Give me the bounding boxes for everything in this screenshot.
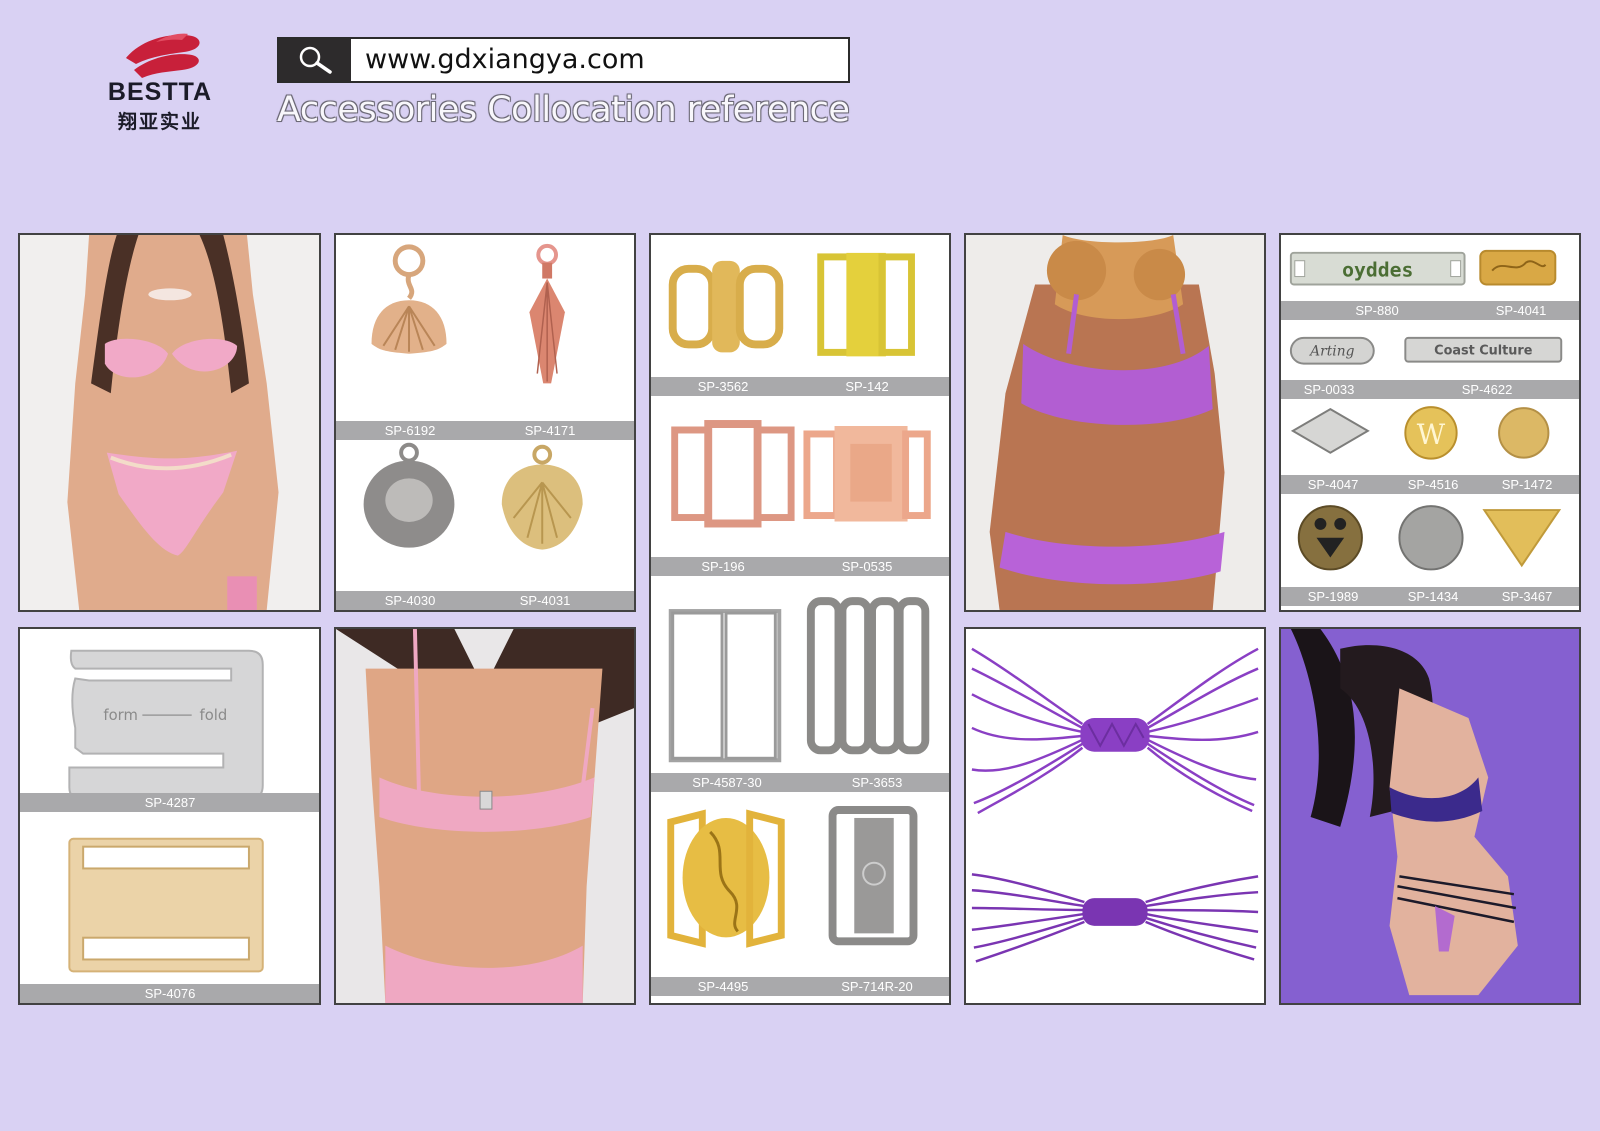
- product-code: SP-0535: [841, 559, 893, 574]
- product-code: SP-714R-20: [841, 979, 913, 994]
- search-button[interactable]: [279, 39, 351, 81]
- product-code: SP-1472: [1501, 477, 1553, 492]
- page-subtitle: Accessories Collocation reference: [277, 90, 850, 130]
- product-code: SP-1989: [1307, 589, 1359, 604]
- product-code: SP-4516: [1407, 477, 1459, 492]
- product-code: SP-4030: [384, 593, 436, 608]
- product-code: SP-4047: [1307, 477, 1359, 492]
- hook-engraving: fold: [200, 707, 228, 724]
- bestta-logo-icon: [126, 33, 200, 78]
- photo-model-pink-bikini-front: [18, 233, 321, 612]
- brand-logo: BESTTA 翔亚实业: [80, 28, 240, 138]
- product-code: SP-196: [701, 559, 745, 574]
- photo-model-pink-bikini-back: [334, 627, 636, 1005]
- product-code: SP-4622: [1461, 382, 1513, 397]
- label-bar: [651, 557, 949, 576]
- search-icon: [299, 46, 332, 74]
- panel-buckles: SP-3562 SP-142 SP-196 SP-0535 SP-4587-30…: [649, 233, 951, 1005]
- product-code: SP-3653: [851, 775, 903, 790]
- tag-engraving: oyddes: [1342, 259, 1413, 282]
- product-code: SP-4031: [519, 593, 571, 608]
- panel-metal-tags: oyddes Arting Coast Culture W SP-880 SP-…: [1279, 233, 1581, 612]
- website-url[interactable]: www.gdxiangya.com: [351, 39, 848, 81]
- panel-shell-pendants: SP-6192 SP-4171 SP-4030 SP-4031: [334, 233, 636, 612]
- photo-model-lace-lingerie: [1279, 627, 1581, 1005]
- product-code: SP-4287: [144, 795, 196, 810]
- url-bar[interactable]: www.gdxiangya.com: [277, 37, 850, 83]
- product-code: SP-4171: [524, 423, 576, 438]
- hook-engraving: form: [103, 707, 138, 724]
- product-code: SP-3467: [1501, 589, 1553, 604]
- photo-model-purple-bikini-back: [964, 233, 1266, 612]
- tag-engraving: Coast Culture: [1434, 344, 1533, 359]
- product-code: SP-4076: [144, 986, 196, 1001]
- panel-macrame-cords: [964, 627, 1266, 1005]
- panel-bikini-hooks: form fold SP-4287 SP-4076: [18, 627, 321, 1005]
- product-code: SP-1434: [1407, 589, 1459, 604]
- product-code: SP-4495: [697, 979, 749, 994]
- product-code: SP-142: [845, 379, 889, 394]
- product-code: SP-4587-30: [692, 775, 762, 790]
- label-bar: [336, 421, 634, 440]
- product-code: SP-3562: [697, 379, 749, 394]
- product-code: SP-4041: [1495, 303, 1547, 318]
- tag-engraving: W: [1417, 418, 1446, 451]
- label-bar: [336, 591, 634, 610]
- label-bar: [651, 377, 949, 396]
- product-code: SP-880: [1355, 303, 1399, 318]
- product-code: SP-0033: [1303, 382, 1355, 397]
- tag-engraving: Arting: [1308, 344, 1354, 360]
- brand-name: BESTTA: [107, 78, 213, 106]
- product-code: SP-6192: [384, 423, 436, 438]
- brand-chinese-name: 翔亚实业: [117, 111, 202, 133]
